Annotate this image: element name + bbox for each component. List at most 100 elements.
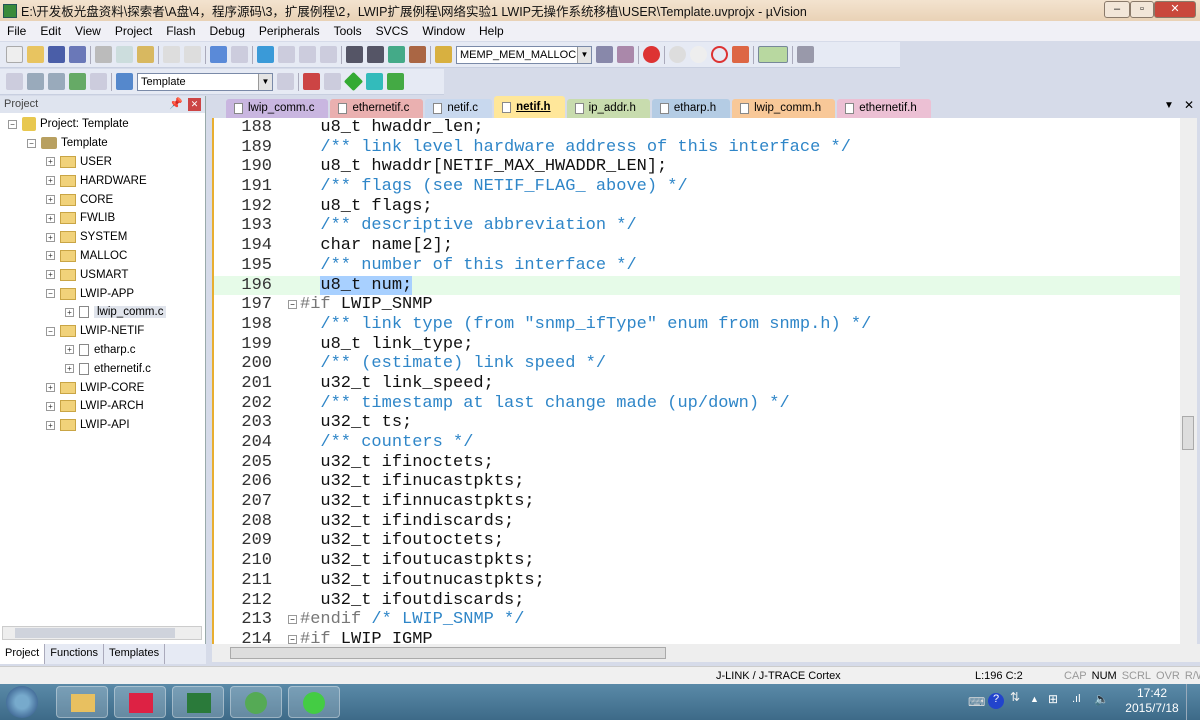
start-button[interactable] — [6, 686, 38, 718]
close-panel-icon[interactable]: ✕ — [188, 98, 201, 111]
editor-tab[interactable]: netif.c — [425, 99, 493, 118]
code-line[interactable]: 210 u32_t ifoutucastpkts; — [212, 551, 1180, 571]
editor-tab[interactable]: netif.h — [494, 96, 565, 118]
menu-flash[interactable]: Flash — [159, 24, 202, 38]
code-line[interactable]: 214 #if LWIP_IGMP − — [212, 630, 1180, 644]
expand-icon[interactable]: + — [65, 345, 74, 355]
expand-icon[interactable]: + — [46, 176, 55, 186]
panel-tab-functions[interactable]: Functions — [45, 644, 104, 664]
download-icon[interactable] — [116, 73, 133, 90]
tree-item[interactable]: + etharp.c — [0, 341, 205, 360]
window-layout-icon[interactable] — [758, 46, 788, 63]
tree-item[interactable]: + USER — [0, 153, 205, 172]
editor-tab[interactable]: ethernetif.h — [837, 99, 931, 118]
code-line[interactable]: 197 #if LWIP_SNMP − — [212, 295, 1180, 315]
code-line[interactable]: 204 /** counters */ — [212, 433, 1180, 453]
save-all-icon[interactable] — [69, 46, 86, 63]
menu-window[interactable]: Window — [415, 24, 472, 38]
configure-icon[interactable] — [797, 46, 814, 63]
expand-icon[interactable]: + — [65, 307, 74, 317]
scroll-thumb[interactable] — [15, 628, 175, 638]
code-line[interactable]: 213 #endif /* LWIP_SNMP */− — [212, 610, 1180, 630]
code-line[interactable]: 205 u32_t ifinoctets; — [212, 453, 1180, 473]
tree-item[interactable]: − Template — [0, 134, 205, 153]
tab-list-chevron-icon[interactable]: ▼ — [1164, 100, 1174, 111]
expand-icon[interactable]: + — [46, 195, 55, 205]
code-line[interactable]: 212 u32_t ifoutdiscards; — [212, 591, 1180, 611]
manage-project-icon[interactable] — [303, 73, 320, 90]
expand-icon[interactable]: + — [46, 213, 55, 223]
minimize-button[interactable]: – — [1104, 1, 1130, 18]
code-editor[interactable]: 188 u8_t hwaddr_len; 189 /** link level h… — [212, 118, 1180, 644]
fold-icon[interactable]: − — [288, 300, 297, 310]
code-line[interactable]: 206 u32_t ifinucastpkts; — [212, 472, 1180, 492]
tree-item[interactable]: − LWIP-NETIF — [0, 322, 205, 341]
prev-bookmark-icon[interactable] — [278, 46, 295, 63]
paste-icon[interactable] — [137, 46, 154, 63]
editor-tab[interactable]: lwip_comm.c — [226, 99, 329, 118]
editor-tab[interactable]: ip_addr.h — [566, 99, 650, 118]
close-tab-icon[interactable]: ✕ — [1184, 98, 1194, 112]
multi-project-icon[interactable] — [324, 73, 341, 90]
code-line[interactable]: 200 /** (estimate) link speed */ — [212, 354, 1180, 374]
indent-icon[interactable] — [346, 46, 363, 63]
panel-tab-project[interactable]: Project — [0, 644, 46, 664]
tree-item[interactable]: + USMART — [0, 265, 205, 284]
volume-icon[interactable]: 🔈 — [1094, 692, 1109, 706]
incremental-find-icon[interactable] — [596, 46, 613, 63]
stop-build-icon[interactable] — [90, 73, 107, 90]
code-line[interactable]: 208 u32_t ifindiscards; — [212, 512, 1180, 532]
nav-back-icon[interactable] — [210, 46, 227, 63]
code-line[interactable]: 211 u32_t ifoutnucastpkts; — [212, 571, 1180, 591]
code-line[interactable]: 201 u32_t link_speed; — [212, 374, 1180, 394]
disable-breakpoint-icon[interactable] — [690, 46, 707, 63]
open-icon[interactable] — [27, 46, 44, 63]
tree-item[interactable]: + ethernetif.c — [0, 359, 205, 378]
code-line[interactable]: 189 /** link level hardware address of t… — [212, 138, 1180, 158]
chevron-down-icon[interactable]: ▼ — [577, 46, 591, 63]
panel-tab-templates[interactable]: Templates — [104, 644, 166, 664]
rebuild-icon[interactable] — [48, 73, 65, 90]
help-icon[interactable]: ? — [988, 693, 1004, 709]
code-line[interactable]: 188 u8_t hwaddr_len; — [212, 118, 1180, 138]
network-tray-icon[interactable]: ⇅ — [1010, 690, 1020, 704]
expand-icon[interactable]: + — [46, 251, 55, 261]
fold-icon[interactable]: − — [288, 615, 297, 625]
menu-peripherals[interactable]: Peripherals — [252, 24, 327, 38]
manage-runtime-icon[interactable] — [387, 73, 404, 90]
expand-icon[interactable]: + — [46, 383, 55, 393]
maximize-button[interactable]: ▫ — [1130, 1, 1154, 18]
expand-icon[interactable]: + — [65, 364, 74, 374]
tree-item[interactable]: + LWIP-CORE — [0, 378, 205, 397]
comment-icon[interactable] — [388, 46, 405, 63]
menu-tools[interactable]: Tools — [327, 24, 369, 38]
scroll-thumb[interactable] — [1182, 416, 1194, 450]
editor-tab[interactable]: ethernetif.c — [330, 99, 424, 118]
clear-bookmarks-icon[interactable] — [320, 46, 337, 63]
collapse-icon[interactable]: − — [27, 138, 36, 148]
next-bookmark-icon[interactable] — [299, 46, 316, 63]
code-line[interactable]: 196 u8_t num; — [212, 275, 1180, 296]
menu-view[interactable]: View — [68, 24, 108, 38]
taskbar-browser-icon[interactable] — [288, 686, 340, 718]
tree-item[interactable]: + SYSTEM — [0, 228, 205, 247]
tree-item[interactable]: + FWLIB — [0, 209, 205, 228]
batch-build-icon[interactable] — [69, 73, 86, 90]
build-icon[interactable] — [27, 73, 44, 90]
code-line[interactable]: 203 u32_t ts; — [212, 413, 1180, 433]
unindent-icon[interactable] — [367, 46, 384, 63]
code-line[interactable]: 190 u8_t hwaddr[NETIF_MAX_HWADDR_LEN]; — [212, 157, 1180, 177]
code-line[interactable]: 209 u32_t ifoutoctets; — [212, 531, 1180, 551]
menu-file[interactable]: File — [0, 24, 33, 38]
find-in-files-icon[interactable] — [435, 46, 452, 63]
kill-breakpoints-icon[interactable] — [732, 46, 749, 63]
redo-icon[interactable] — [184, 46, 201, 63]
disable-all-breakpoints-icon[interactable] — [711, 46, 728, 63]
code-line[interactable]: 193 /** descriptive abbreviation */ — [212, 216, 1180, 236]
code-line[interactable]: 202 /** timestamp at last change made (u… — [212, 394, 1180, 414]
code-line[interactable]: 194 char name[2]; — [212, 236, 1180, 256]
debug-settings-icon[interactable] — [617, 46, 634, 63]
expand-icon[interactable]: + — [46, 420, 55, 430]
target-combo[interactable]: Template ▼ — [137, 72, 273, 91]
taskbar-app-icon[interactable] — [230, 686, 282, 718]
